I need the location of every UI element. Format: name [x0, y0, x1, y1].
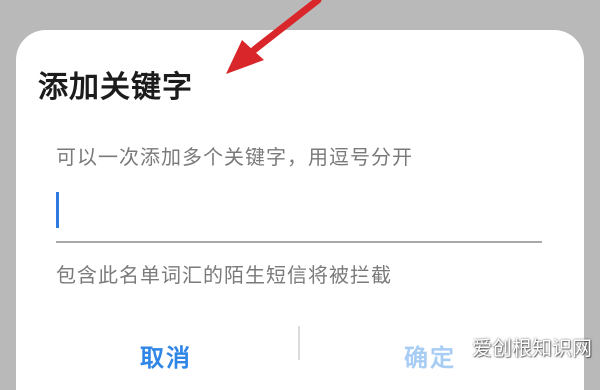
annotation-arrow-icon: [226, 0, 322, 74]
watermark-text: 爱创根知识网: [472, 336, 592, 360]
